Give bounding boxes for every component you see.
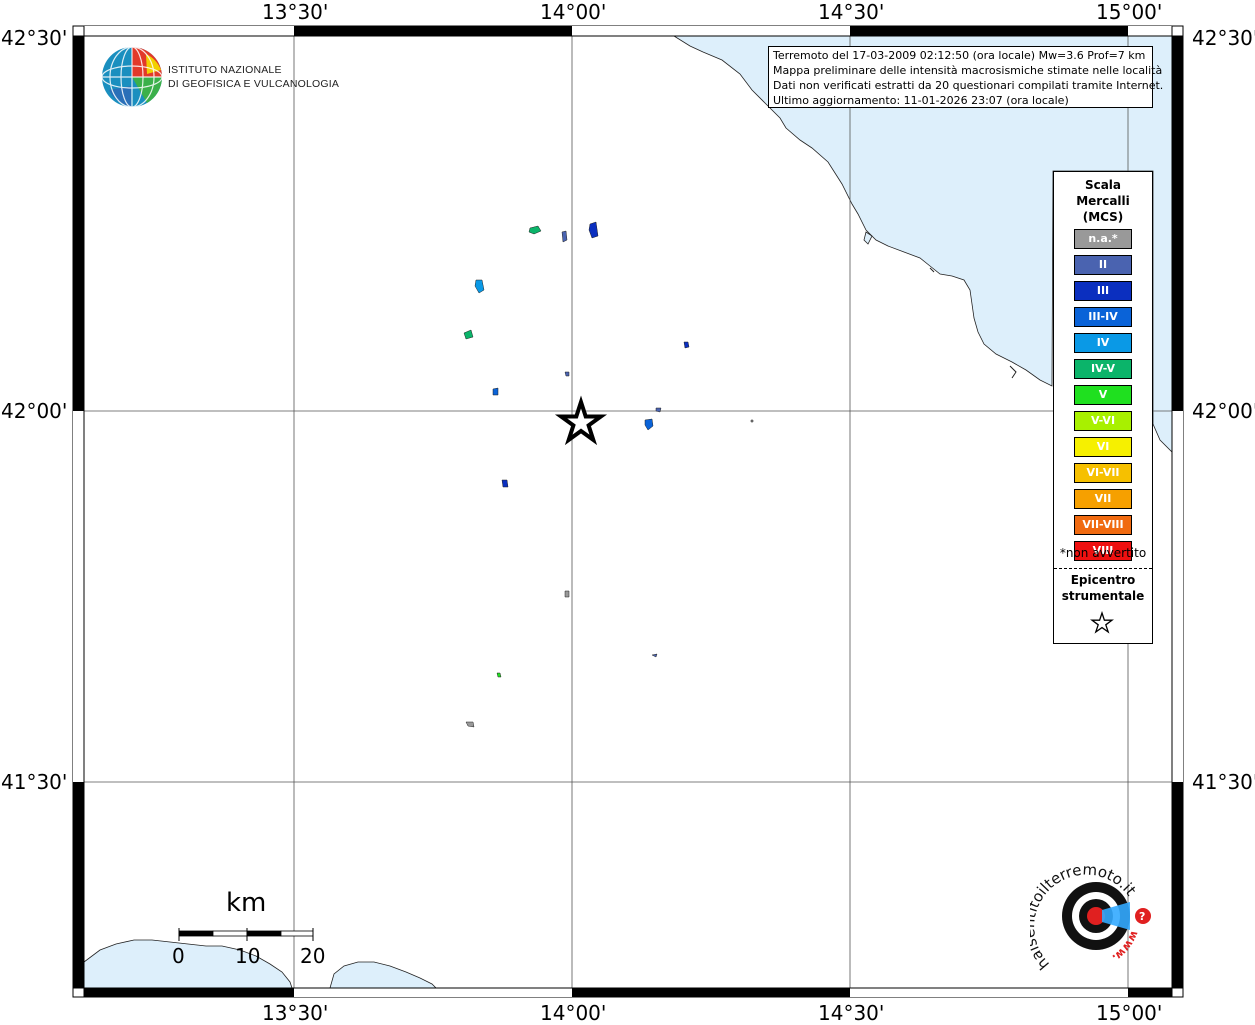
locality-mark [564, 371, 570, 377]
locality-mark [501, 479, 509, 488]
legend-item: n.a.* [1074, 229, 1132, 249]
info-line-description: Mappa preliminare delle intensità macros… [773, 64, 1163, 77]
locality-mark [492, 387, 499, 396]
lat-label-left: 42°00' [1, 399, 68, 423]
legend-epicenter-line: strumentale [1061, 589, 1145, 603]
scale-bar-label: 20 [300, 944, 326, 968]
lon-label-top: 14°30' [818, 0, 885, 24]
scale-bar-unit: km [226, 888, 267, 918]
locality-mark [655, 407, 662, 413]
lat-label-left: 42°30' [1, 26, 68, 50]
legend-item: III-IV [1074, 307, 1132, 327]
legend-title-line: Mercalli [1076, 194, 1130, 208]
locality-mark [561, 230, 568, 243]
legend-epicenter-label: Epicentro strumentale [1054, 572, 1152, 604]
ingv-name: ISTITUTO NAZIONALE DI GEOFISICA E VULCAN… [168, 63, 339, 91]
lon-label-top: 13°30' [262, 0, 329, 24]
legend-item: II [1074, 255, 1132, 275]
legend-title-line: Scala [1084, 178, 1122, 192]
haisentito-logo: ? haisentitoilterremoto.it www. [1030, 860, 1151, 973]
lon-label-bottom: 14°30' [818, 1001, 885, 1025]
legend-item: V [1074, 385, 1132, 405]
legend-item: VI-VII [1074, 463, 1132, 483]
legend-item: IV [1074, 333, 1132, 353]
lon-label-top: 15°00' [1096, 0, 1163, 24]
legend-title-line: (MCS) [1082, 210, 1124, 224]
legend-title: Scala Mercalli (MCS) [1054, 177, 1152, 225]
legend-epicenter-line: Epicentro [1070, 573, 1136, 587]
ingv-line2: DI GEOFISICA E VULCANOLOGIA [168, 78, 340, 90]
locality-mark [496, 672, 502, 678]
ingv-line1: ISTITUTO NAZIONALE [168, 64, 282, 76]
legend-item: VII [1074, 489, 1132, 509]
legend-items: n.a.* II III III-IV IV IV-V V V-VI VI VI-VII VII VI… [1074, 229, 1132, 567]
info-line-updated: Ultimo aggiornamento: 11-01-2026 23:07 (… [773, 94, 1069, 107]
lat-label-right: 42°30' [1192, 26, 1255, 50]
mcs-legend: Scala Mercalli (MCS) n.a.* II III III-IV IV I… [1053, 171, 1153, 644]
info-line-data-note: Dati non verificati estratti da 20 quest… [773, 79, 1164, 92]
legend-item: V-VI [1074, 411, 1132, 431]
legend-item: VII-VIII [1074, 515, 1132, 535]
info-line-event: Terremoto del 17-03-2009 02:12:50 (ora l… [773, 49, 1146, 62]
lon-label-top: 14°00' [540, 0, 607, 24]
lon-label-bottom: 13°30' [262, 1001, 329, 1025]
legend-item: III [1074, 281, 1132, 301]
svg-text:?: ? [1139, 910, 1145, 923]
legend-item: IV-V [1074, 359, 1132, 379]
locality-mark [750, 419, 754, 423]
legend-divider [1054, 568, 1152, 569]
legend-item: VI [1074, 437, 1132, 457]
lat-label-right: 42°00' [1192, 399, 1255, 423]
lon-label-bottom: 15°00' [1096, 1001, 1163, 1025]
locality-mark [564, 590, 570, 598]
scale-bar-label: 0 [172, 944, 185, 968]
star-icon [1090, 611, 1114, 634]
event-info-box: Terremoto del 17-03-2009 02:12:50 (ora l… [768, 46, 1164, 108]
locality-mark [683, 341, 690, 349]
legend-note: *non avvertito [1059, 546, 1147, 560]
ingv-globe-logo [101, 46, 163, 108]
lat-label-left: 41°30' [1, 770, 68, 794]
lat-label-right: 41°30' [1192, 770, 1255, 794]
lon-label-bottom: 14°00' [540, 1001, 607, 1025]
scale-bar-label: 10 [235, 944, 261, 968]
